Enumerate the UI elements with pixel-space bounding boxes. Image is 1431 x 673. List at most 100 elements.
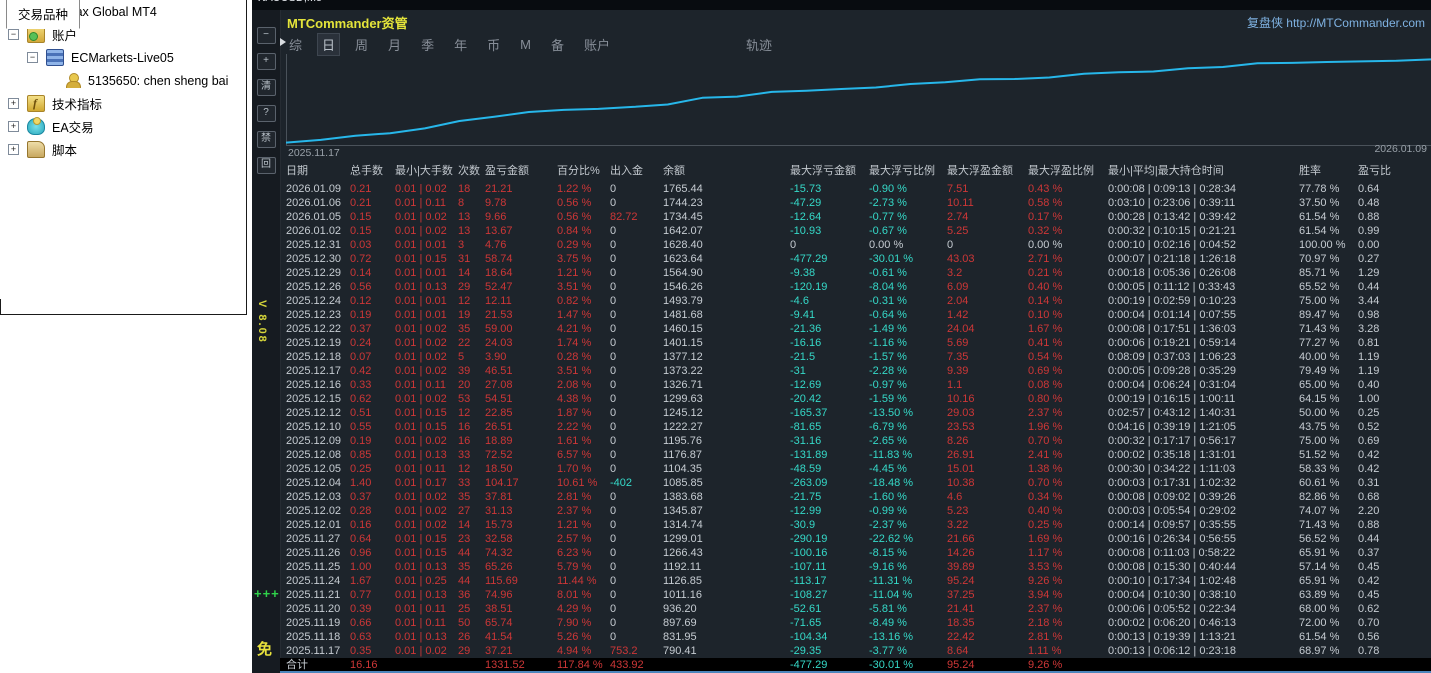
table-cell: -4.6: [790, 294, 869, 308]
equity-curve-chart[interactable]: [286, 54, 1431, 146]
forbid-icon[interactable]: 禁: [257, 131, 276, 148]
expand-icon[interactable]: +: [8, 144, 19, 155]
table-cell: 2.37 %: [1028, 406, 1108, 420]
table-cell: 0: [947, 238, 1028, 252]
table-cell: 897.69: [663, 616, 790, 630]
table-cell: 44: [458, 574, 485, 588]
table-cell: 24.03: [485, 336, 557, 350]
table-row: 2026.01.060.210.01 | 0.1189.780.56 %0174…: [280, 196, 1431, 210]
table-cell: 0.01 | 0.02: [395, 644, 458, 658]
menu-item[interactable]: 周: [351, 34, 372, 55]
table-cell: 65.26: [485, 560, 557, 574]
table-cell: 1383.68: [663, 490, 790, 504]
table-cell: 0:00:02 | 0:35:18 | 1:31:01: [1108, 448, 1299, 462]
table-cell: 0: [610, 406, 663, 420]
table-cell: 75.00 %: [1299, 294, 1358, 308]
expand-icon[interactable]: +: [8, 121, 19, 132]
table-cell: 115.69: [485, 574, 557, 588]
table-cell: 0:00:04 | 0:01:14 | 0:07:55: [1108, 308, 1299, 322]
help-icon[interactable]: ?: [257, 105, 276, 122]
table-cell: 0:00:07 | 0:21:18 | 1:26:18: [1108, 252, 1299, 266]
table-cell: -30.01 %: [869, 658, 947, 672]
table-cell: 0.70: [1358, 616, 1431, 630]
table-cell: 0:00:28 | 0:13:42 | 0:39:42: [1108, 210, 1299, 224]
table-cell: -15.73: [790, 182, 869, 196]
menu-item[interactable]: 币: [483, 34, 504, 55]
table-cell: 61.54 %: [1299, 224, 1358, 238]
table-cell: 0.37: [350, 490, 395, 504]
tree-item[interactable]: 5135650: chen sheng bai: [0, 69, 246, 92]
table-cell: -12.69: [790, 378, 869, 392]
collapse-icon[interactable]: −: [8, 29, 19, 40]
table-cell: 0.01 | 0.13: [395, 630, 458, 644]
free-badge[interactable]: 免: [257, 638, 272, 659]
menu-item[interactable]: 综: [285, 34, 306, 55]
tab-symbols[interactable]: 交易品种: [6, 0, 80, 29]
tree-item[interactable]: +脚本: [0, 138, 246, 161]
table-cell: -477.29: [790, 252, 869, 266]
table-cell: 0:02:57 | 0:43:12 | 1:40:31: [1108, 406, 1299, 420]
table-cell: 1623.64: [663, 252, 790, 266]
table-header-cell: 日期: [280, 162, 350, 180]
table-row: 2026.01.090.210.01 | 0.021821.211.22 %01…: [280, 182, 1431, 196]
table-cell: 0.01 | 0.02: [395, 182, 458, 196]
tree-item[interactable]: +EA交易: [0, 115, 246, 138]
table-cell: 3.90: [485, 350, 557, 364]
table-header-cell: 最大浮盈金额: [947, 162, 1028, 180]
menu-item[interactable]: 备: [547, 34, 568, 55]
table-cell: -29.35: [790, 644, 869, 658]
table-row: 2025.12.160.330.01 | 0.112027.082.08 %01…: [280, 378, 1431, 392]
table-cell: 1.67 %: [1028, 322, 1108, 336]
table-cell: [395, 658, 458, 672]
equity-curve-line: [286, 59, 1431, 142]
menu-item[interactable]: 账户: [580, 34, 614, 55]
chart-tab-label[interactable]: XAUUSD,M5: [258, 0, 322, 4]
table-cell: 2025.12.16: [280, 378, 350, 392]
table-cell: -16.16: [790, 336, 869, 350]
table-cell: 1299.63: [663, 392, 790, 406]
table-cell: 13.67: [485, 224, 557, 238]
table-cell: 29: [458, 280, 485, 294]
menu-item[interactable]: M: [516, 36, 535, 53]
table-cell: 18.35: [947, 616, 1028, 630]
table-row: 2025.12.030.370.01 | 0.023537.812.81 %01…: [280, 490, 1431, 504]
menu-item[interactable]: 季: [417, 34, 438, 55]
chart-window: ▼ XAUUSD,M5 −+清?禁回 V 8.08 +++ 免 MTComman…: [252, 0, 1431, 673]
table-cell: 0: [610, 490, 663, 504]
table-cell: 0.42: [1358, 462, 1431, 476]
table-cell: -47.29: [790, 196, 869, 210]
table-cell: 3.51 %: [557, 364, 610, 378]
minimize-icon[interactable]: −: [257, 27, 276, 44]
table-cell: 0.34 %: [1028, 490, 1108, 504]
table-cell: 12: [458, 294, 485, 308]
menu-item[interactable]: 月: [384, 34, 405, 55]
clear-icon[interactable]: 清: [257, 79, 276, 96]
table-cell: 23: [458, 532, 485, 546]
table-cell: 0.14: [350, 266, 395, 280]
tree-item[interactable]: −ECMarkets-Live05: [0, 46, 246, 69]
table-cell: 15.73: [485, 518, 557, 532]
menu-item[interactable]: 日: [318, 34, 339, 55]
table-cell: 9.26 %: [1028, 574, 1108, 588]
table-cell: 1299.01: [663, 532, 790, 546]
expand-icon[interactable]: +: [8, 98, 19, 109]
tree-item[interactable]: +技术指标: [0, 92, 246, 115]
brand-link[interactable]: 复盘侠 http://MTCommander.com: [1247, 14, 1425, 31]
table-cell: 0.40 %: [1028, 280, 1108, 294]
table-header-cell: 最大浮亏金额: [790, 162, 869, 180]
menu-item[interactable]: 年: [450, 34, 471, 55]
table-header-cell: 最小|大手数: [395, 162, 458, 180]
table-cell: 16: [458, 420, 485, 434]
table-cell: 29.03: [947, 406, 1028, 420]
candles-icon[interactable]: +++: [254, 586, 280, 601]
table-cell: 0.51: [350, 406, 395, 420]
move-icon[interactable]: +: [257, 53, 276, 70]
table-cell: -2.73 %: [869, 196, 947, 210]
table-cell: 1345.87: [663, 504, 790, 518]
menu-item[interactable]: 轨迹: [742, 34, 776, 55]
table-cell: 1.29: [1358, 266, 1431, 280]
table-cell: 0.85: [350, 448, 395, 462]
restore-icon[interactable]: 回: [257, 157, 276, 174]
table-cell: -2.65 %: [869, 434, 947, 448]
collapse-icon[interactable]: −: [27, 52, 38, 63]
